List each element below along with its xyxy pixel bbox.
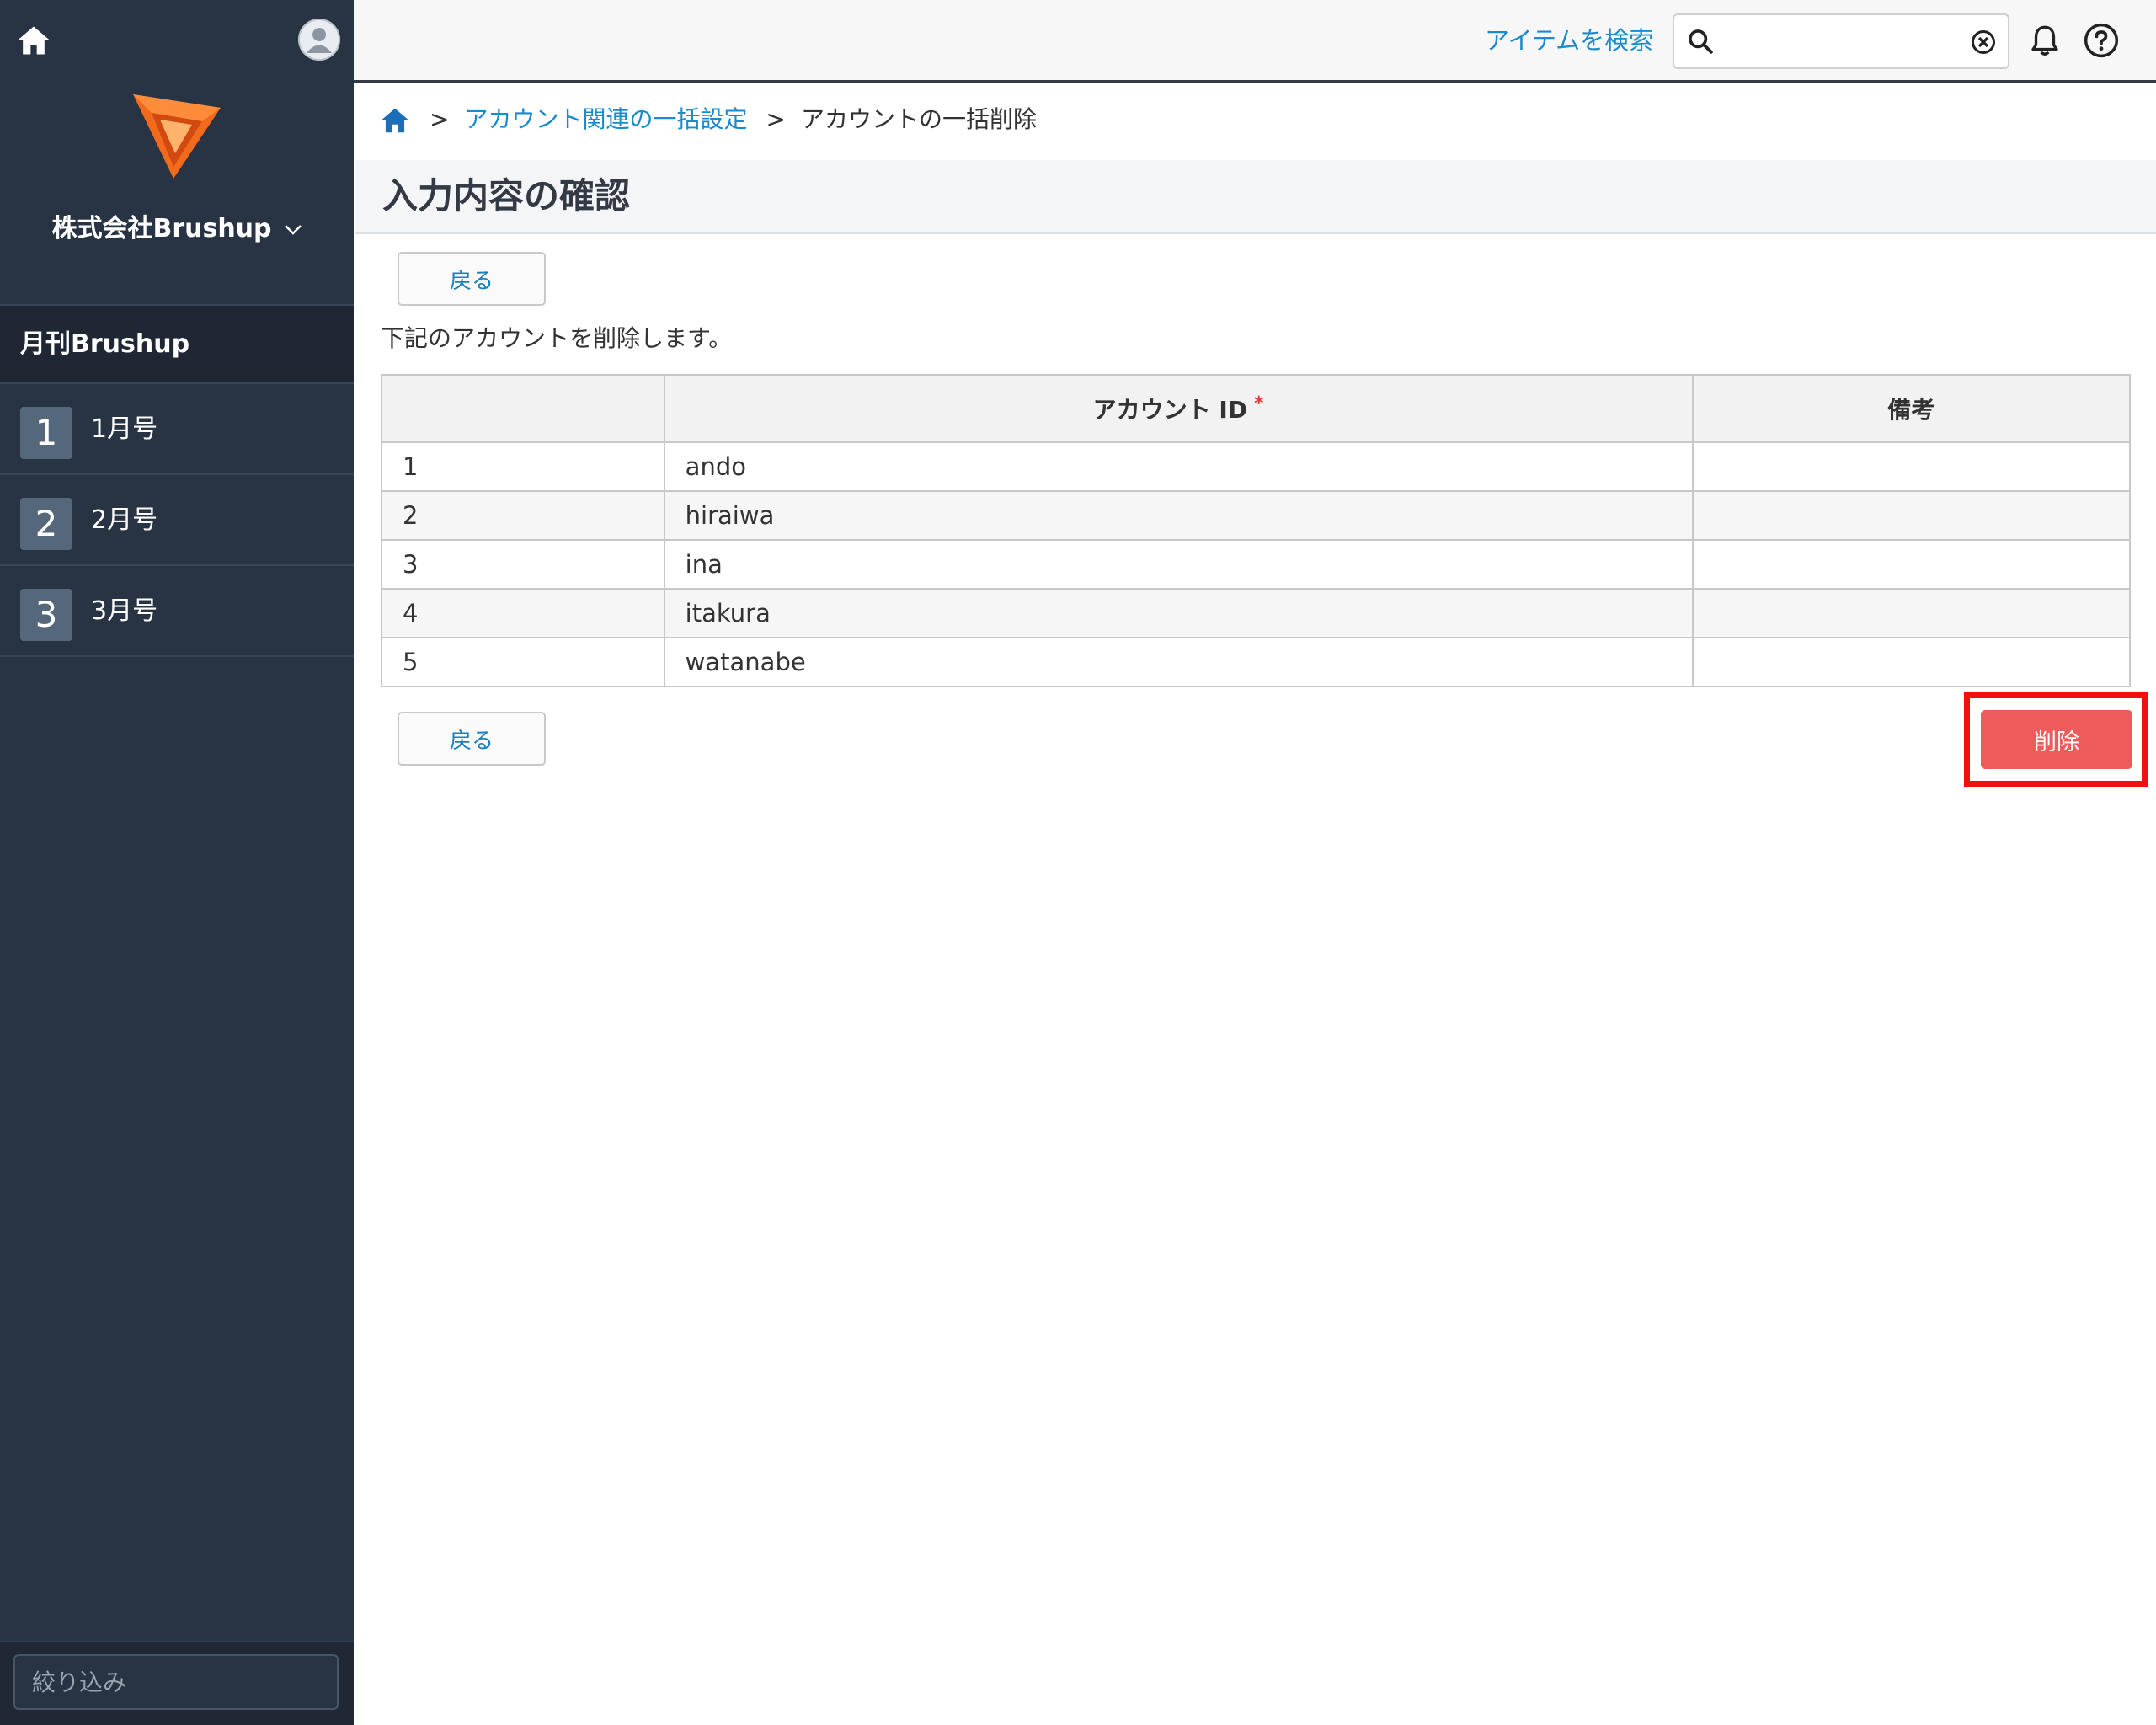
account-id-header-label: アカウント ID (1092, 396, 1248, 424)
instruction-text: 下記のアカウントを削除します。 (381, 324, 733, 352)
page-title-bar: 入力内容の確認 (355, 160, 2156, 234)
issue-label: 3月号 (91, 596, 158, 626)
column-header-number (381, 374, 665, 443)
user-avatar-icon[interactable] (298, 19, 340, 61)
back-button-top[interactable]: 戻る (398, 252, 546, 306)
company-switcher[interactable]: 株式会社Brushup (0, 207, 354, 244)
breadcrumb-current: アカウントの一括削除 (800, 105, 1037, 133)
note-cell (1691, 539, 2132, 590)
sidebar-filter-area (0, 1641, 354, 1725)
breadcrumb-separator: > (766, 105, 786, 133)
issue-number-badge: 3 (20, 589, 72, 641)
issue-number-badge: 2 (20, 498, 72, 550)
filter-input[interactable] (13, 1654, 339, 1710)
search-icon (1689, 29, 1713, 54)
project-title[interactable]: 月刊Brushup (0, 304, 354, 384)
account-id-cell: itakura (663, 588, 1694, 638)
account-id-cell: ando (663, 441, 1694, 492)
row-number: 5 (381, 637, 665, 687)
table-row: 4 itakura (381, 588, 2132, 638)
row-number: 2 (381, 490, 665, 541)
back-button-bottom[interactable]: 戻る (398, 712, 546, 766)
breadcrumb-link-bulk-settings[interactable]: アカウント関連の一括設定 (464, 105, 747, 133)
home-icon[interactable] (15, 22, 52, 59)
table-row: 5 watanabe (381, 637, 2132, 687)
sidebar-item-issue-2[interactable]: 2 2月号 (0, 475, 354, 566)
sidebar-item-issue-3[interactable]: 3 3月号 (0, 566, 354, 657)
sidebar: 株式会社Brushup 月刊Brushup 1 1月号 2 2月号 3 3月号 (0, 0, 354, 1725)
account-id-cell: ina (663, 539, 1694, 590)
sidebar-item-issue-1[interactable]: 1 1月号 (0, 384, 354, 475)
company-name: 株式会社Brushup (51, 214, 272, 243)
account-id-cell: hiraiwa (663, 490, 1694, 541)
note-cell (1691, 490, 2132, 541)
accounts-table: アカウント ID * 備考 1 ando 2 hiraiwa 3 ina 4 it… (381, 374, 2132, 687)
row-number: 3 (381, 539, 665, 590)
search-input[interactable] (1721, 22, 1952, 62)
table-row: 2 hiraiwa (381, 490, 2132, 541)
search-box (1673, 13, 2009, 69)
issue-number-badge: 1 (20, 407, 72, 459)
column-header-note: 備考 (1691, 374, 2132, 443)
home-icon[interactable] (379, 104, 411, 136)
issue-label: 2月号 (91, 505, 158, 535)
table-row: 3 ina (381, 539, 2132, 590)
page-title: 入力内容の確認 (382, 175, 631, 216)
note-cell (1691, 588, 2132, 638)
top-bar: アイテムを検索 (354, 0, 2156, 83)
delete-button[interactable]: 削除 (1981, 710, 2132, 769)
row-number: 1 (381, 441, 665, 492)
breadcrumb-separator: > (430, 105, 450, 133)
row-number: 4 (381, 588, 665, 638)
breadcrumb: > アカウント関連の一括設定 > アカウントの一括削除 (379, 98, 1037, 142)
help-icon[interactable] (2083, 22, 2120, 59)
issue-label: 1月号 (91, 414, 158, 444)
note-cell (1691, 441, 2132, 492)
brushup-logo (133, 94, 221, 179)
note-cell (1691, 637, 2132, 687)
required-mark: * (1254, 393, 1264, 414)
account-id-cell: watanabe (663, 637, 1694, 687)
column-header-account-id: アカウント ID * (663, 374, 1694, 443)
table-row: 1 ando (381, 441, 2132, 492)
bell-icon[interactable] (2027, 22, 2063, 59)
clear-icon[interactable] (1971, 29, 1996, 55)
item-search-link[interactable]: アイテムを検索 (1485, 0, 1653, 81)
chevron-down-icon (284, 224, 302, 235)
table-header-row: アカウント ID * 備考 (381, 374, 2132, 443)
